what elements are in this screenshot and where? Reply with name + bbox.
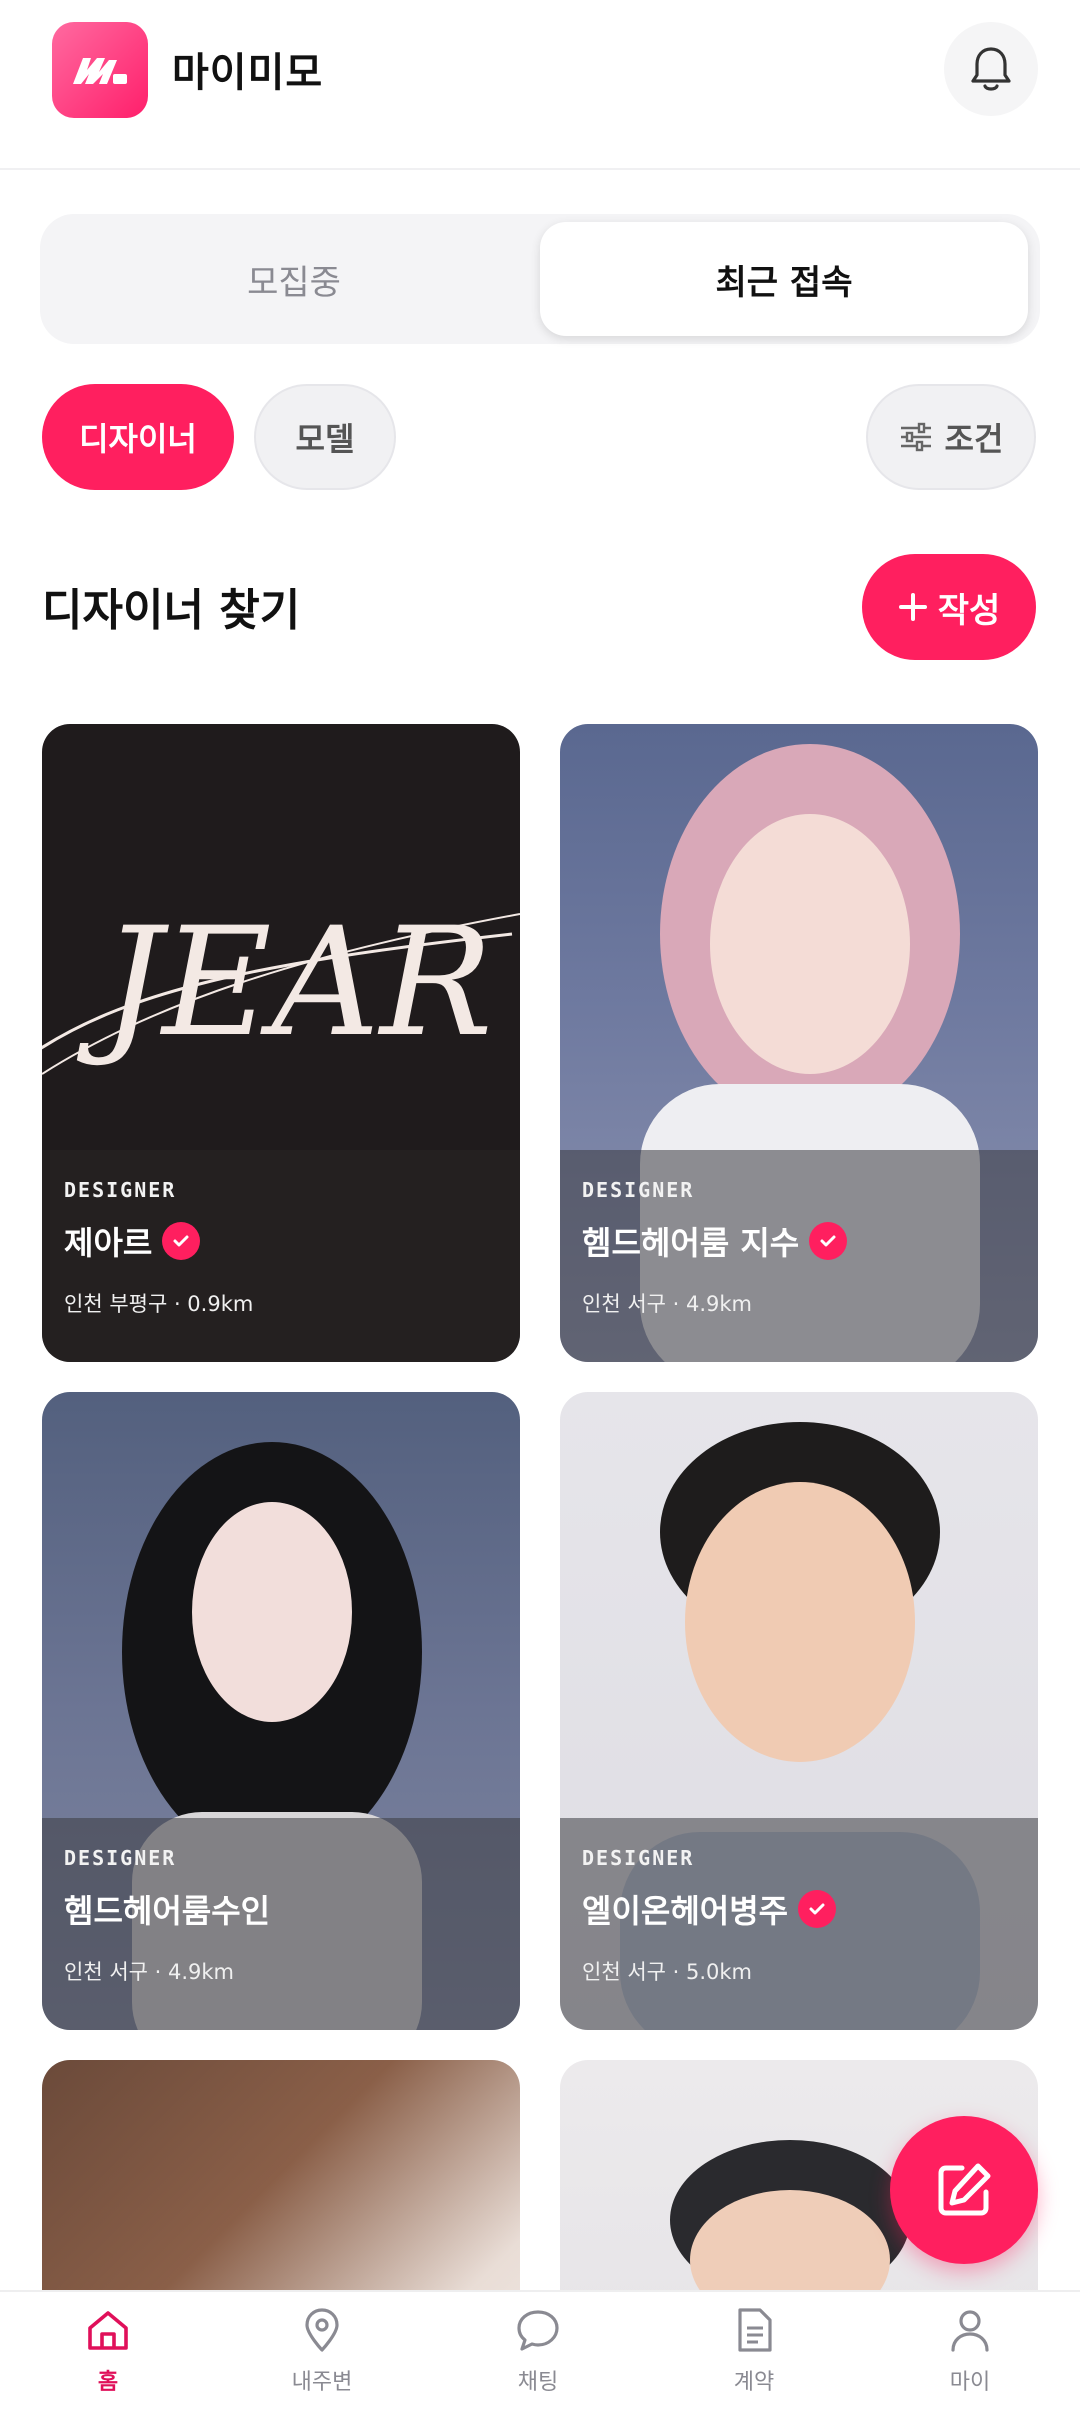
- designer-card[interactable]: JEAR DESIGNER 제아르 인천 부평구 · 0.9km: [42, 724, 520, 1362]
- notification-button[interactable]: [944, 22, 1038, 116]
- bottom-nav: 홈 내주변 채팅 계약 마이: [0, 2290, 1080, 2431]
- verified-badge-icon: [162, 1222, 201, 1260]
- card-name: 헴드헤어룸수인: [64, 1892, 271, 1930]
- nav-home-label: 홈: [97, 2370, 119, 2395]
- tab-recent-access[interactable]: 최근 접속: [540, 222, 1028, 336]
- verified-badge-icon: [798, 1890, 837, 1928]
- nav-contract[interactable]: 계약: [694, 2306, 814, 2426]
- filter-model-chip[interactable]: 모델: [254, 384, 396, 490]
- chat-bubble-icon: [517, 2310, 559, 2351]
- card-name-row: 헴드헤어룸수인: [64, 1886, 270, 1932]
- compose-fab[interactable]: [890, 2116, 1038, 2264]
- card-location: 인천 서구 · 4.9km: [582, 1292, 752, 1316]
- filter-condition-button[interactable]: 조건: [866, 384, 1036, 490]
- card-name-row: 헴드헤어룸 지수: [582, 1218, 848, 1264]
- jear-logo-text: JEAR: [76, 896, 493, 1070]
- jear-logo-image: JEAR: [42, 896, 520, 1075]
- nav-chat[interactable]: 채팅: [478, 2306, 598, 2426]
- verified-badge-icon: [809, 1222, 848, 1260]
- nav-chat-label: 채팅: [517, 2370, 559, 2395]
- nav-my[interactable]: 마이: [910, 2306, 1030, 2426]
- card-name: 제아르: [64, 1224, 153, 1262]
- nav-nearby-label: 내주변: [291, 2370, 353, 2395]
- card-location: 인천 서구 · 5.0km: [582, 1960, 752, 1984]
- card-role: DESIGNER: [582, 1178, 695, 1202]
- nav-home[interactable]: 홈: [48, 2306, 168, 2426]
- card-name-row: 제아르: [64, 1218, 201, 1264]
- designer-card[interactable]: DESIGNER 헴드헤어룸 지수 인천 서구 · 4.9km: [560, 724, 1038, 1362]
- app-logo[interactable]: [52, 22, 148, 118]
- app-name: 마이미모: [172, 50, 324, 96]
- designer-card[interactable]: DESIGNER 엘이온헤어병주 인천 서구 · 5.0km: [560, 1392, 1038, 2030]
- card-name-row: 엘이온헤어병주: [582, 1886, 837, 1932]
- card-role: DESIGNER: [64, 1178, 177, 1202]
- home-icon: [88, 2311, 128, 2350]
- card-location: 인천 서구 · 4.9km: [64, 1960, 234, 1984]
- plus-icon: [898, 593, 927, 621]
- tab-recruiting[interactable]: 모집중: [50, 222, 538, 336]
- person-icon: [951, 2310, 989, 2352]
- tab-segment: 모집중 최근 접속: [40, 214, 1040, 344]
- logo-mark-icon: [73, 58, 127, 84]
- app-header: 마이미모: [0, 0, 1080, 170]
- location-pin-icon: [305, 2308, 339, 2352]
- filter-condition-label: 조건: [944, 420, 1004, 458]
- card-role: DESIGNER: [64, 1846, 177, 1870]
- edit-pencil-icon: [938, 2163, 991, 2216]
- card-role: DESIGNER: [582, 1846, 695, 1870]
- filter-designer-chip[interactable]: 디자이너: [42, 384, 234, 490]
- section-title: 디자이너 찾기: [42, 585, 301, 636]
- nav-nearby[interactable]: 내주변: [262, 2306, 382, 2426]
- card-location: 인천 부평구 · 0.9km: [64, 1292, 254, 1316]
- document-icon: [738, 2308, 772, 2352]
- sliders-icon: [900, 422, 931, 452]
- card-name: 헴드헤어룸 지수: [582, 1224, 800, 1262]
- write-button-label: 작성: [937, 590, 1001, 631]
- bell-icon: [971, 47, 1011, 91]
- nav-my-label: 마이: [949, 2370, 991, 2395]
- write-button[interactable]: 작성: [862, 554, 1036, 660]
- card-name: 엘이온헤어병주: [582, 1892, 789, 1930]
- designer-card[interactable]: DESIGNER 헴드헤어룸수인 인천 서구 · 4.9km: [42, 1392, 520, 2030]
- nav-contract-label: 계약: [733, 2370, 775, 2395]
